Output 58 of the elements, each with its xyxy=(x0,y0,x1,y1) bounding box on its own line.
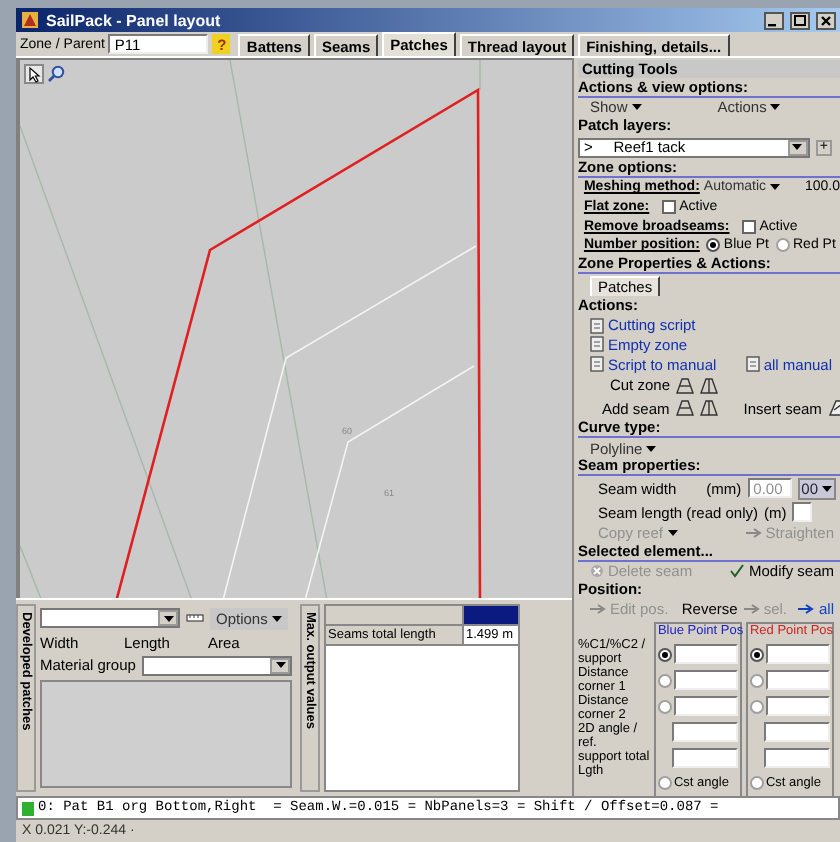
caret-icon xyxy=(770,104,781,111)
caret-icon xyxy=(770,184,781,191)
zoom-tool-icon[interactable] xyxy=(46,64,66,84)
check-icon xyxy=(730,564,745,579)
radio-button[interactable] xyxy=(749,673,764,688)
document-icon xyxy=(745,356,760,372)
patch-dropdown[interactable] xyxy=(40,608,180,629)
radio-button[interactable] xyxy=(657,699,672,714)
caret-icon xyxy=(646,445,657,452)
material-group-dropdown[interactable] xyxy=(141,655,292,676)
radio-button[interactable] xyxy=(775,238,789,253)
ruler-icon[interactable] xyxy=(186,613,204,624)
trapezoid-icon[interactable] xyxy=(676,377,694,394)
delete-icon xyxy=(589,564,604,579)
arrow-icon xyxy=(743,604,760,615)
radio-button[interactable] xyxy=(657,775,672,790)
seam-length-field[interactable] xyxy=(792,502,812,522)
radio-button[interactable] xyxy=(749,647,764,662)
patch-list[interactable] xyxy=(40,679,292,788)
close-button[interactable] xyxy=(816,11,836,29)
radio-button[interactable] xyxy=(749,699,764,714)
input-field[interactable] xyxy=(671,748,738,769)
caret-icon xyxy=(271,615,282,622)
insert-seam-icon[interactable] xyxy=(827,400,840,417)
input-field[interactable] xyxy=(763,748,830,769)
caret-icon xyxy=(667,530,677,537)
caret-icon xyxy=(792,144,803,151)
caret-icon xyxy=(275,662,285,669)
status-indicator-icon xyxy=(22,801,34,815)
radio-button[interactable] xyxy=(749,775,764,790)
trapezoid-icon[interactable] xyxy=(675,400,694,417)
input-field[interactable] xyxy=(765,644,830,665)
caret-icon xyxy=(822,485,832,492)
window-title: SailPack - Panel layout xyxy=(46,11,221,29)
document-icon xyxy=(589,356,604,372)
maximize-button[interactable] xyxy=(790,11,810,29)
input-field[interactable] xyxy=(765,696,830,717)
input-field[interactable] xyxy=(763,722,830,743)
caret-icon xyxy=(163,615,173,622)
checkbox[interactable] xyxy=(661,199,676,214)
input-field[interactable] xyxy=(673,644,738,665)
arrow-icon xyxy=(745,528,762,539)
caret-icon xyxy=(631,104,642,111)
app-icon xyxy=(20,10,40,30)
input-field[interactable] xyxy=(765,670,830,691)
input-field[interactable] xyxy=(671,722,738,743)
trapezoid-icon[interactable] xyxy=(699,400,718,417)
pointer-tool-icon[interactable] xyxy=(24,64,44,84)
trapezoid-icon[interactable] xyxy=(700,377,718,394)
radio-button[interactable] xyxy=(705,238,720,253)
radio-button[interactable] xyxy=(657,647,672,662)
radio-button[interactable] xyxy=(657,673,672,688)
arrow-icon xyxy=(798,604,815,615)
arrow-icon xyxy=(589,604,606,615)
input-field[interactable] xyxy=(673,696,738,717)
checkbox[interactable] xyxy=(741,219,756,234)
input-field[interactable] xyxy=(673,670,738,691)
minimize-button[interactable] xyxy=(764,11,784,29)
